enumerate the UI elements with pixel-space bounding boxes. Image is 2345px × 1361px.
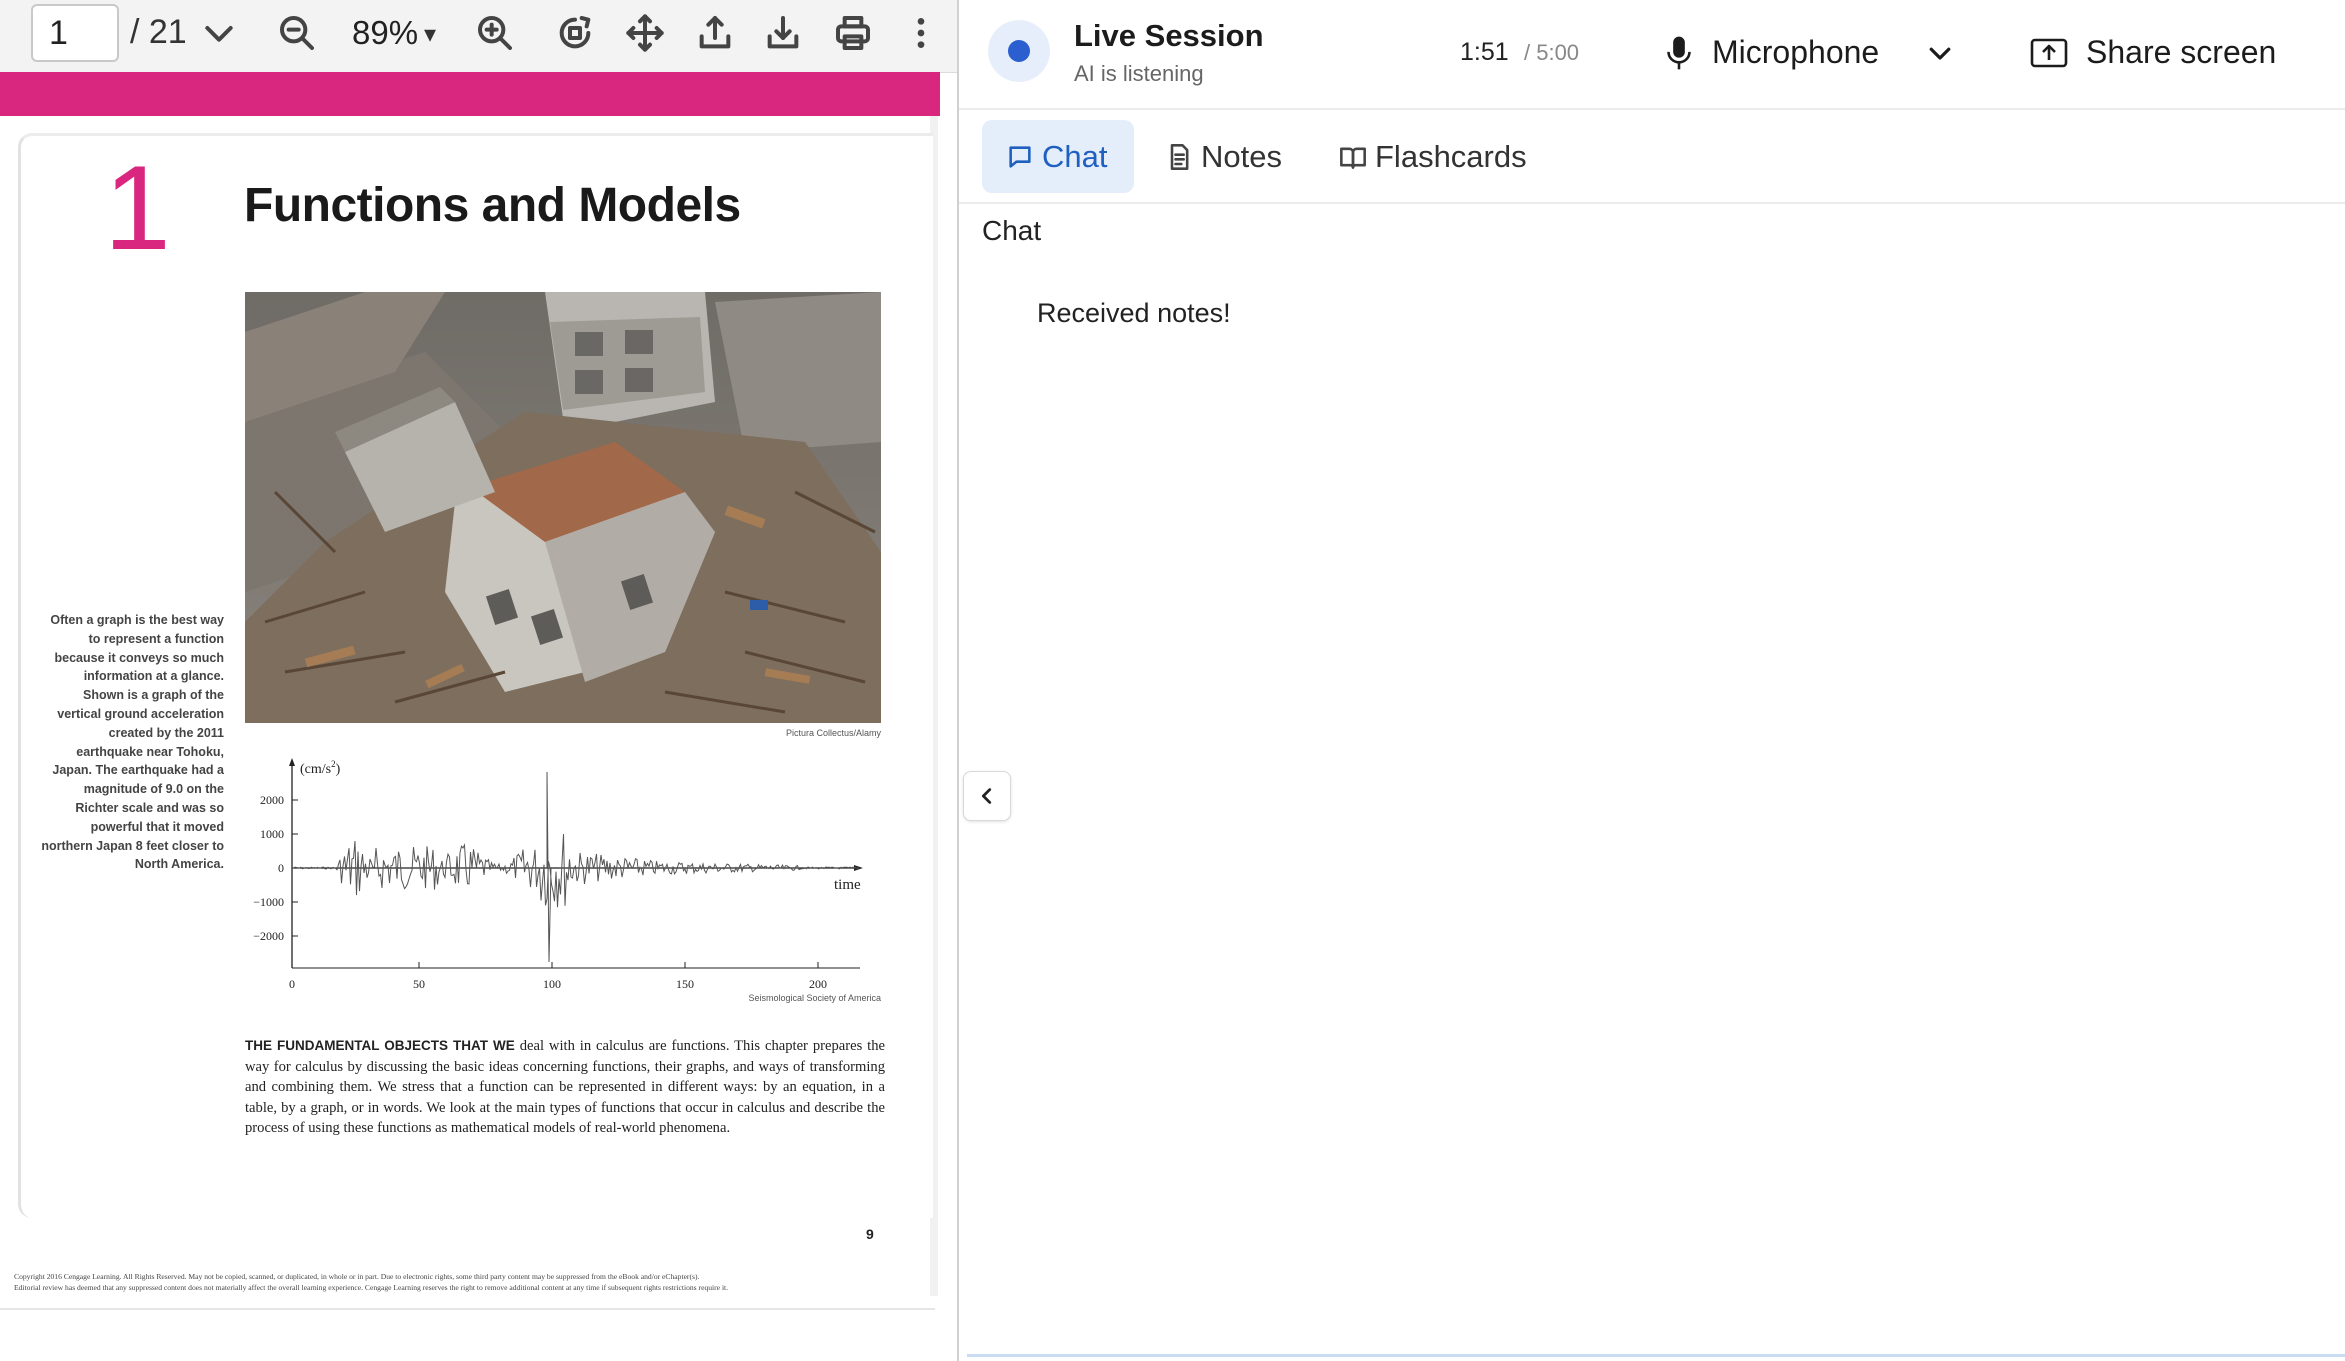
tab-notes[interactable]: Notes — [1165, 120, 1315, 193]
tab-flashcards[interactable]: Flashcards — [1339, 120, 1569, 193]
y-tick-label: −2000 — [253, 929, 284, 943]
graph-y-unit: (cm/s2) — [300, 759, 341, 777]
tab-flashcards-label: Flashcards — [1375, 138, 1527, 174]
panel-bottom-border — [967, 1354, 2345, 1357]
next-pdf-page — [0, 1308, 935, 1361]
x-tick-label: 200 — [809, 977, 827, 991]
copyright-line-2: Editorial review has deemed that any sup… — [14, 1283, 729, 1292]
session-timer-total: / 5:00 — [1524, 40, 1580, 65]
pdf-viewer: 1 / 21 89% ▾ 1 Functions and Models Pict… — [0, 0, 957, 1361]
chapter-intro-paragraph: THE FUNDAMENTAL OBJECTS THAT WE deal wit… — [245, 1036, 885, 1139]
page-total: / 21 — [130, 13, 187, 51]
rotate-icon[interactable] — [552, 10, 598, 56]
session-header: Live Session AI is listening 1:51 / 5:00… — [959, 0, 2345, 110]
seismic-trace — [291, 771, 860, 963]
live-session-panel: Live Session AI is listening 1:51 / 5:00… — [959, 0, 2345, 1361]
earthquake-debris-photo — [245, 292, 881, 723]
y-tick-label: 0 — [278, 861, 284, 875]
print-icon[interactable] — [830, 10, 876, 56]
copyright-notice: Copyright 2016 Cengage Learning. All Rig… — [14, 1271, 834, 1293]
graph-credit: Seismological Society of America — [748, 993, 881, 1003]
share-screen-icon[interactable] — [2029, 36, 2069, 70]
figure-caption: Often a graph is the best way to represe… — [41, 613, 224, 872]
page-chevron-down-icon[interactable] — [196, 10, 242, 56]
fit-move-icon[interactable] — [622, 10, 668, 56]
graph-x-label: time — [834, 877, 861, 893]
more-options-icon[interactable] — [898, 10, 944, 56]
tab-notes-label: Notes — [1201, 138, 1282, 174]
zoom-level[interactable]: 89% — [352, 14, 418, 52]
y-tick-label: −1000 — [253, 895, 284, 909]
zoom-out-icon[interactable] — [274, 10, 320, 56]
tab-chat[interactable]: Chat — [982, 120, 1134, 193]
document-icon — [1170, 143, 1189, 170]
upload-icon[interactable] — [692, 10, 738, 56]
microphone-chevron-down-icon[interactable] — [1925, 38, 1955, 68]
seismograph-graph: (cm/s2) 2000 1000 0 −1000 −2000 0 50 100 150 200… — [253, 758, 863, 991]
tab-chat-label: Chat — [1042, 138, 1108, 174]
share-screen-label[interactable]: Share screen — [2086, 34, 2276, 71]
copyright-line-1: Copyright 2016 Cengage Learning. All Rig… — [14, 1272, 700, 1281]
y-tick-label: 1000 — [260, 827, 284, 841]
session-title: Live Session — [1074, 18, 1264, 53]
zoom-caret-icon[interactable]: ▾ — [424, 20, 436, 49]
collapse-panel-button[interactable] — [963, 771, 1011, 821]
chevron-left-icon — [981, 788, 992, 804]
x-tick-label: 150 — [676, 977, 694, 991]
page-number: 9 — [866, 1226, 874, 1242]
status-dot-icon — [1008, 40, 1030, 62]
y-tick-label: 2000 — [260, 793, 284, 807]
photo-credit: Pictura Collectus/Alamy — [785, 728, 881, 738]
session-status: AI is listening — [1074, 61, 1204, 86]
zoom-in-icon[interactable] — [472, 10, 518, 56]
chapter-number: 1 — [104, 141, 171, 275]
download-icon[interactable] — [760, 10, 806, 56]
session-timer: 1:51 — [1460, 38, 1509, 66]
chat-message: Received notes! — [1037, 298, 1231, 328]
pdf-toolbar: 1 / 21 89% ▾ — [0, 0, 957, 73]
intro-lead: THE FUNDAMENTAL OBJECTS THAT WE — [245, 1038, 515, 1053]
chat-heading: Chat — [982, 215, 1042, 246]
chapter-header-band — [0, 72, 940, 116]
microphone-icon[interactable] — [1665, 34, 1693, 72]
book-icon — [1340, 147, 1366, 169]
x-tick-label: 50 — [413, 977, 425, 991]
chapter-title: Functions and Models — [244, 179, 741, 232]
session-tabs: Chat Notes Flashcards — [959, 110, 2345, 204]
microphone-label[interactable]: Microphone — [1712, 34, 1879, 71]
page-number-input[interactable]: 1 — [31, 4, 119, 62]
listening-indicator — [988, 20, 1050, 82]
chat-bubble-icon — [1009, 145, 1031, 168]
x-tick-label: 100 — [543, 977, 561, 991]
x-tick-label: 0 — [289, 977, 295, 991]
